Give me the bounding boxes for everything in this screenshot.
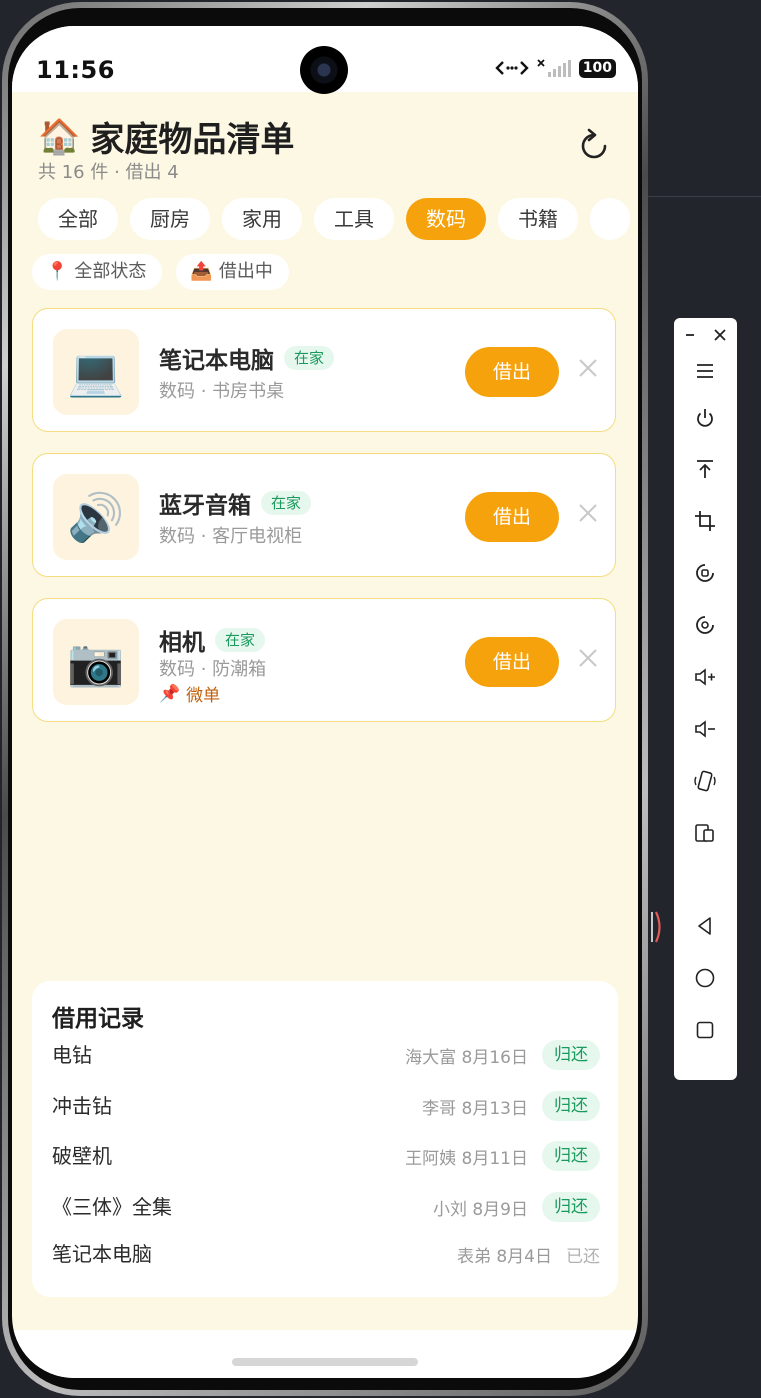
upload-icon[interactable]: [692, 456, 718, 482]
status-time: 11:56: [36, 56, 115, 84]
item-name: 笔记本电脑 在家: [159, 341, 335, 375]
signal-icon: [537, 59, 571, 77]
status-icons: 100: [495, 58, 616, 78]
volume-up-icon[interactable]: [692, 664, 718, 690]
record-borrower: 海大富 8月16日: [405, 1047, 528, 1068]
screen-record-icon[interactable]: [692, 612, 718, 638]
desktop-divider: [645, 196, 761, 197]
multi-device-icon[interactable]: [692, 820, 718, 846]
crop-icon[interactable]: [692, 508, 718, 534]
return-button[interactable]: 归还: [542, 1040, 600, 1070]
return-button[interactable]: 归还: [542, 1141, 600, 1171]
record-borrower: 李哥 8月13日: [422, 1098, 528, 1119]
item-location: 数码 · 防潮箱: [159, 659, 267, 680]
data-transfer-icon: [495, 61, 529, 75]
lend-button[interactable]: 借出: [465, 347, 559, 397]
record-item-name: 冲击钻: [52, 1094, 112, 1118]
record-row: 《三体》全集 小刘 8月9日 归还: [52, 1190, 600, 1224]
item-name: 相机 在家: [159, 623, 266, 657]
borrow-records-title: 借用记录: [52, 1006, 144, 1032]
page-title-text: 家庭物品清单: [90, 120, 295, 160]
returned-status: 已还: [566, 1246, 600, 1267]
home-icon[interactable]: [692, 965, 718, 991]
record-row: 电钻 海大富 8月16日 归还: [52, 1038, 600, 1072]
status-badge: 在家: [215, 628, 266, 652]
item-card[interactable]: 💻 笔记本电脑 在家 数码 · 书房书桌 借出: [32, 308, 616, 432]
item-location: 数码 · 客厅电视柜: [159, 526, 303, 547]
laptop-icon: 💻: [67, 344, 125, 399]
lend-button[interactable]: 借出: [465, 637, 559, 687]
tab-all[interactable]: 全部: [38, 198, 118, 240]
item-thumbnail: 💻: [53, 329, 139, 415]
front-camera: [300, 46, 348, 94]
shake-icon[interactable]: [692, 768, 718, 794]
item-location: 数码 · 书房书桌: [159, 381, 285, 402]
bottom-bar: [12, 1330, 638, 1378]
volume-down-icon[interactable]: [692, 716, 718, 742]
tab-digital[interactable]: 数码: [406, 198, 486, 240]
filter-lent-out-label: 借出中: [218, 261, 273, 282]
filter-all-status[interactable]: 📍 全部状态: [32, 254, 163, 290]
item-card[interactable]: 🔊 蓝牙音箱 在家 数码 · 客厅电视柜 借出: [32, 453, 616, 577]
status-badge: 在家: [284, 346, 335, 370]
speaker-icon: 🔊: [67, 489, 125, 544]
battery-icon: 100: [578, 58, 616, 78]
record-borrower: 小刘 8月9日: [432, 1199, 528, 1220]
menu-icon[interactable]: [692, 358, 718, 384]
refresh-icon[interactable]: [576, 128, 612, 164]
recents-icon[interactable]: [692, 1017, 718, 1043]
record-item-name: 破壁机: [52, 1144, 112, 1168]
item-name: 蓝牙音箱 在家: [159, 486, 312, 520]
record-borrower: 表弟 8月4日: [456, 1246, 552, 1267]
home-indicator[interactable]: [232, 1358, 418, 1366]
item-thumbnail: 📷: [53, 619, 139, 705]
record-row: 笔记本电脑 表弟 8月4日 已还: [52, 1237, 600, 1271]
house-icon: 🏠: [38, 116, 81, 157]
close-icon[interactable]: [577, 357, 599, 379]
emulator-toolbar: [674, 318, 737, 1080]
record-row: 冲击钻 李哥 8月13日 归还: [52, 1089, 600, 1123]
item-summary: 共 16 件 · 借出 4: [38, 162, 179, 183]
filter-all-status-label: 全部状态: [74, 261, 147, 282]
power-icon[interactable]: [692, 405, 718, 431]
item-thumbnail: 🔊: [53, 474, 139, 560]
borrow-records-panel: 借用记录 电钻 海大富 8月16日 归还 冲击钻 李哥 8月13日 归还 破壁机…: [32, 981, 618, 1297]
status-bar: 11:56 100: [12, 26, 638, 94]
close-icon[interactable]: [577, 647, 599, 669]
page-title: 🏠 家庭物品清单: [38, 112, 294, 161]
record-item-name: 电钻: [52, 1043, 92, 1067]
record-item-name: 笔记本电脑: [52, 1242, 152, 1266]
tab-kitchen[interactable]: 厨房: [130, 198, 210, 240]
close-icon[interactable]: [712, 327, 728, 343]
return-button[interactable]: 归还: [542, 1192, 600, 1222]
tab-more[interactable]: [590, 198, 630, 240]
category-tabs: 全部 厨房 家用 工具 数码 书籍: [38, 198, 630, 240]
close-icon[interactable]: [577, 502, 599, 524]
lend-button[interactable]: 借出: [465, 492, 559, 542]
minimize-icon[interactable]: [683, 328, 697, 342]
return-button[interactable]: 归还: [542, 1091, 600, 1121]
record-borrower: 王阿姨 8月11日: [405, 1148, 528, 1169]
record-item-name: 《三体》全集: [52, 1195, 172, 1219]
item-card[interactable]: 📷 相机 在家 数码 · 防潮箱 📌 微单 借出: [32, 598, 616, 722]
pin-icon: 📍: [46, 261, 69, 282]
rotate-icon[interactable]: [692, 560, 718, 586]
tab-tools[interactable]: 工具: [314, 198, 394, 240]
back-icon[interactable]: [692, 913, 718, 939]
outbox-icon: 📤: [190, 261, 213, 282]
status-filters: 📍 全部状态 📤 借出中: [32, 254, 289, 290]
tab-household[interactable]: 家用: [222, 198, 302, 240]
item-note: 📌 微单: [159, 683, 221, 707]
camera-icon: 📷: [67, 634, 125, 689]
status-badge: 在家: [261, 491, 312, 515]
tab-books[interactable]: 书籍: [498, 198, 578, 240]
record-row: 破壁机 王阿姨 8月11日 归还: [52, 1139, 600, 1173]
app-screen: 11:56 100 🏠 家庭物品清单 共 16 件 · 借出 4 全部 厨房 家…: [12, 26, 638, 1378]
filter-lent-out[interactable]: 📤 借出中: [176, 254, 289, 290]
resize-handle-icon[interactable]: [650, 910, 664, 944]
pushpin-icon: 📌: [159, 683, 181, 704]
